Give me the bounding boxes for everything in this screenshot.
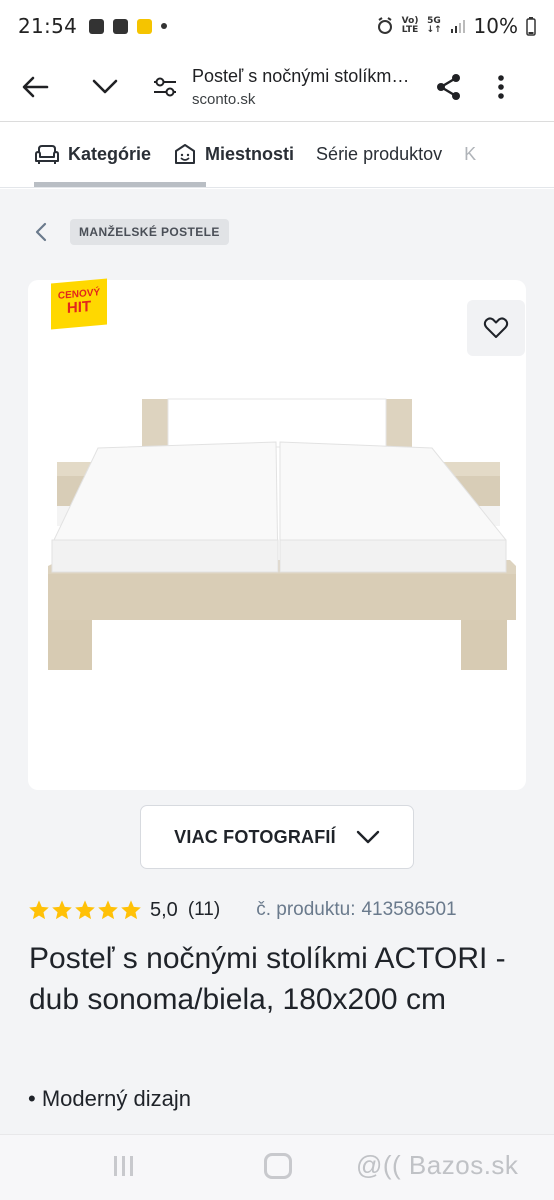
battery-level: 10% [473, 14, 518, 38]
check-notification-icon [113, 18, 129, 34]
review-count[interactable]: (11) [188, 899, 220, 921]
star-icon [98, 900, 118, 920]
more-vertical-icon [498, 75, 504, 99]
face-icon [175, 143, 196, 164]
star-icon [52, 900, 72, 920]
star-icon [29, 900, 49, 920]
star-icon [121, 900, 141, 920]
tab-next-partial[interactable]: K [464, 144, 476, 165]
status-time: 21:54 [18, 14, 78, 38]
breadcrumb-back-button[interactable] [28, 219, 54, 245]
star-icon [75, 900, 95, 920]
tab-categories[interactable]: Kategórie [34, 144, 151, 166]
product-image-bed [48, 398, 516, 670]
product-code: 413586501 [361, 899, 457, 920]
more-photos-button[interactable]: VIAC FOTOGRAFIÍ [140, 805, 414, 869]
armchair-icon [35, 144, 59, 164]
page-url: sconto.sk [192, 91, 256, 108]
home-button[interactable] [264, 1153, 292, 1179]
status-bar: 21:54 Vo) LTE 5G ↓↑ 10% [0, 0, 554, 52]
site-settings-button[interactable] [150, 62, 180, 112]
active-tab-indicator [34, 182, 206, 187]
product-code-label: č. produktu: [256, 899, 356, 920]
tab-rooms[interactable]: Miestnosti [173, 143, 294, 167]
back-button[interactable] [10, 62, 60, 112]
w-app-notification-icon [137, 18, 153, 34]
heart-icon [483, 317, 509, 338]
alarm-icon [377, 17, 392, 34]
address-area[interactable]: Posteľ s nočnými stolíkmi ACTORI - dub s… [192, 66, 412, 108]
network-5g-indicator: 5G ↓↑ [426, 16, 442, 35]
collapse-button[interactable] [80, 62, 130, 112]
breadcrumb-category[interactable]: MANŽELSKÉ POSTELE [70, 219, 229, 245]
alert-notification-icon [89, 18, 105, 34]
more-options-button[interactable] [486, 62, 516, 112]
star-rating[interactable] [28, 899, 142, 921]
feature-item: • Moderný dizajn [28, 1086, 192, 1111]
watermark: @(( Bazos.sk [356, 1150, 519, 1180]
share-icon [437, 74, 460, 100]
price-hit-badge: CENOVÝ HIT [51, 278, 107, 330]
page-title: Posteľ s nočnými stolíkmi ACTORI - dub s… [192, 66, 412, 86]
signal-icon [450, 20, 465, 33]
category-tabs: Kategórie Miestnosti Série produktov K [0, 122, 554, 188]
share-button[interactable] [424, 62, 474, 112]
volte-indicator: Vo) LTE [401, 16, 419, 35]
product-title: Posteľ s nočnými stolíkmi ACTORI - dub s… [29, 942, 506, 1016]
recent-apps-button[interactable] [110, 1156, 136, 1178]
more-notifications-dot-icon [161, 23, 168, 29]
rating-row: 5,0 (11) č. produktu: 413586501 [28, 893, 538, 927]
chevron-down-icon [356, 830, 380, 844]
rating-value: 5,0 [150, 898, 178, 921]
tune-icon [154, 77, 176, 97]
chevron-down-icon [92, 79, 118, 94]
battery-icon [526, 17, 536, 36]
chevron-left-icon [35, 222, 47, 242]
tab-product-series[interactable]: Série produktov [316, 144, 442, 165]
browser-toolbar: Posteľ s nočnými stolíkmi ACTORI - dub s… [0, 52, 554, 122]
favorite-button[interactable] [467, 300, 525, 356]
arrow-left-icon [22, 76, 49, 98]
